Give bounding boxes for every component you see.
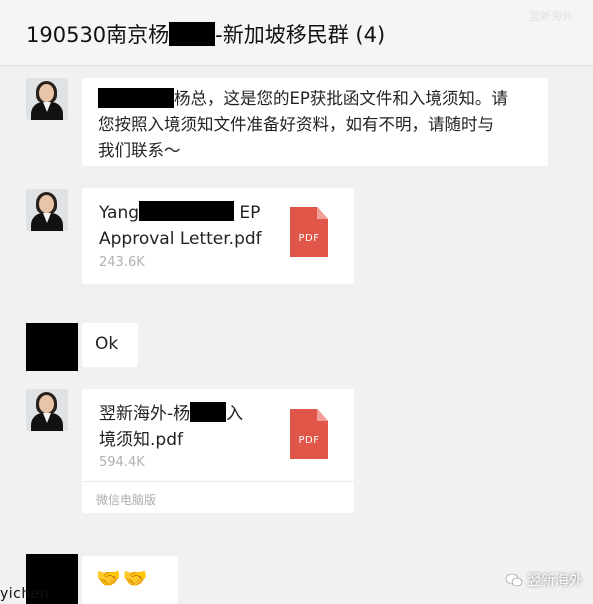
message-bubble-emoji[interactable]: 🤝🤝 [82, 556, 178, 604]
message-bubble-text[interactable]: Ok [82, 323, 138, 367]
message-text-line: 杨总，这是您的EP获批函文件和入境须知。请 [174, 89, 508, 108]
pdf-file-icon: PDF [290, 409, 328, 459]
file-size: 594.4K [99, 455, 145, 470]
file-message-card[interactable]: Yang EP Approval Letter.pdf 243.6K PDF [82, 188, 354, 284]
redaction-block [98, 88, 174, 108]
redaction-block [169, 22, 216, 46]
message-text: Ok [95, 334, 119, 354]
watermark-right-text: 翌新海外 [527, 573, 583, 589]
file-name-part: Yang [99, 203, 140, 223]
pdf-file-icon: PDF [290, 207, 328, 257]
file-name-part: Approval Letter.pdf [99, 229, 262, 249]
file-size: 243.6K [99, 255, 145, 270]
message-text-line: 我们联系～ [98, 141, 181, 160]
watermark-right: 翌新海外 [505, 570, 583, 590]
chat-header: 190530南京杨 -新加坡移民群 (4) 翌新海外 [0, 0, 593, 66]
message-text-line: 您按照入境须知文件准备好资料，如有不明，请随时与 [98, 115, 494, 134]
divider [82, 481, 354, 482]
watermark-top: 翌新海外 [529, 10, 573, 23]
pdf-icon-label: PDF [298, 435, 320, 446]
chat-title[interactable]: 190530南京杨 -新加坡移民群 (4) [26, 19, 385, 49]
redaction-block [190, 402, 227, 422]
file-name-part: 境须知.pdf [99, 430, 183, 450]
file-name-part: EP [234, 203, 261, 223]
file-name-part: 入 [226, 404, 244, 424]
agent-avatar[interactable] [26, 389, 68, 431]
file-name: 翌新海外-杨 入 境须知.pdf [99, 401, 269, 453]
handshake-emoji: 🤝🤝 [96, 566, 150, 590]
wechat-official-account-icon [505, 573, 523, 587]
redaction-block [139, 201, 235, 221]
watermark-left: yichen [0, 586, 50, 602]
chat-title-prefix: 190530南京杨 [26, 23, 170, 47]
chat-title-suffix: -新加坡移民群 (4) [215, 23, 386, 47]
message-text: 杨总，这是您的EP获批函文件和入境须知。请 您按照入境须知文件准备好资料，如有不… [98, 86, 542, 164]
message-bubble-text[interactable]: 杨总，这是您的EP获批函文件和入境须知。请 您按照入境须知文件准备好资料，如有不… [82, 78, 548, 166]
source-client-label: 微信电脑版 [96, 493, 157, 507]
file-name-part: 翌新海外-杨 [99, 404, 191, 424]
client-avatar[interactable] [26, 323, 78, 371]
file-message-card[interactable]: 翌新海外-杨 入 境须知.pdf 594.4K PDF 微信电脑版 [82, 389, 354, 513]
agent-avatar[interactable] [26, 78, 68, 120]
agent-avatar[interactable] [26, 189, 68, 231]
file-name: Yang EP Approval Letter.pdf [99, 200, 269, 252]
pdf-icon-label: PDF [298, 233, 320, 244]
